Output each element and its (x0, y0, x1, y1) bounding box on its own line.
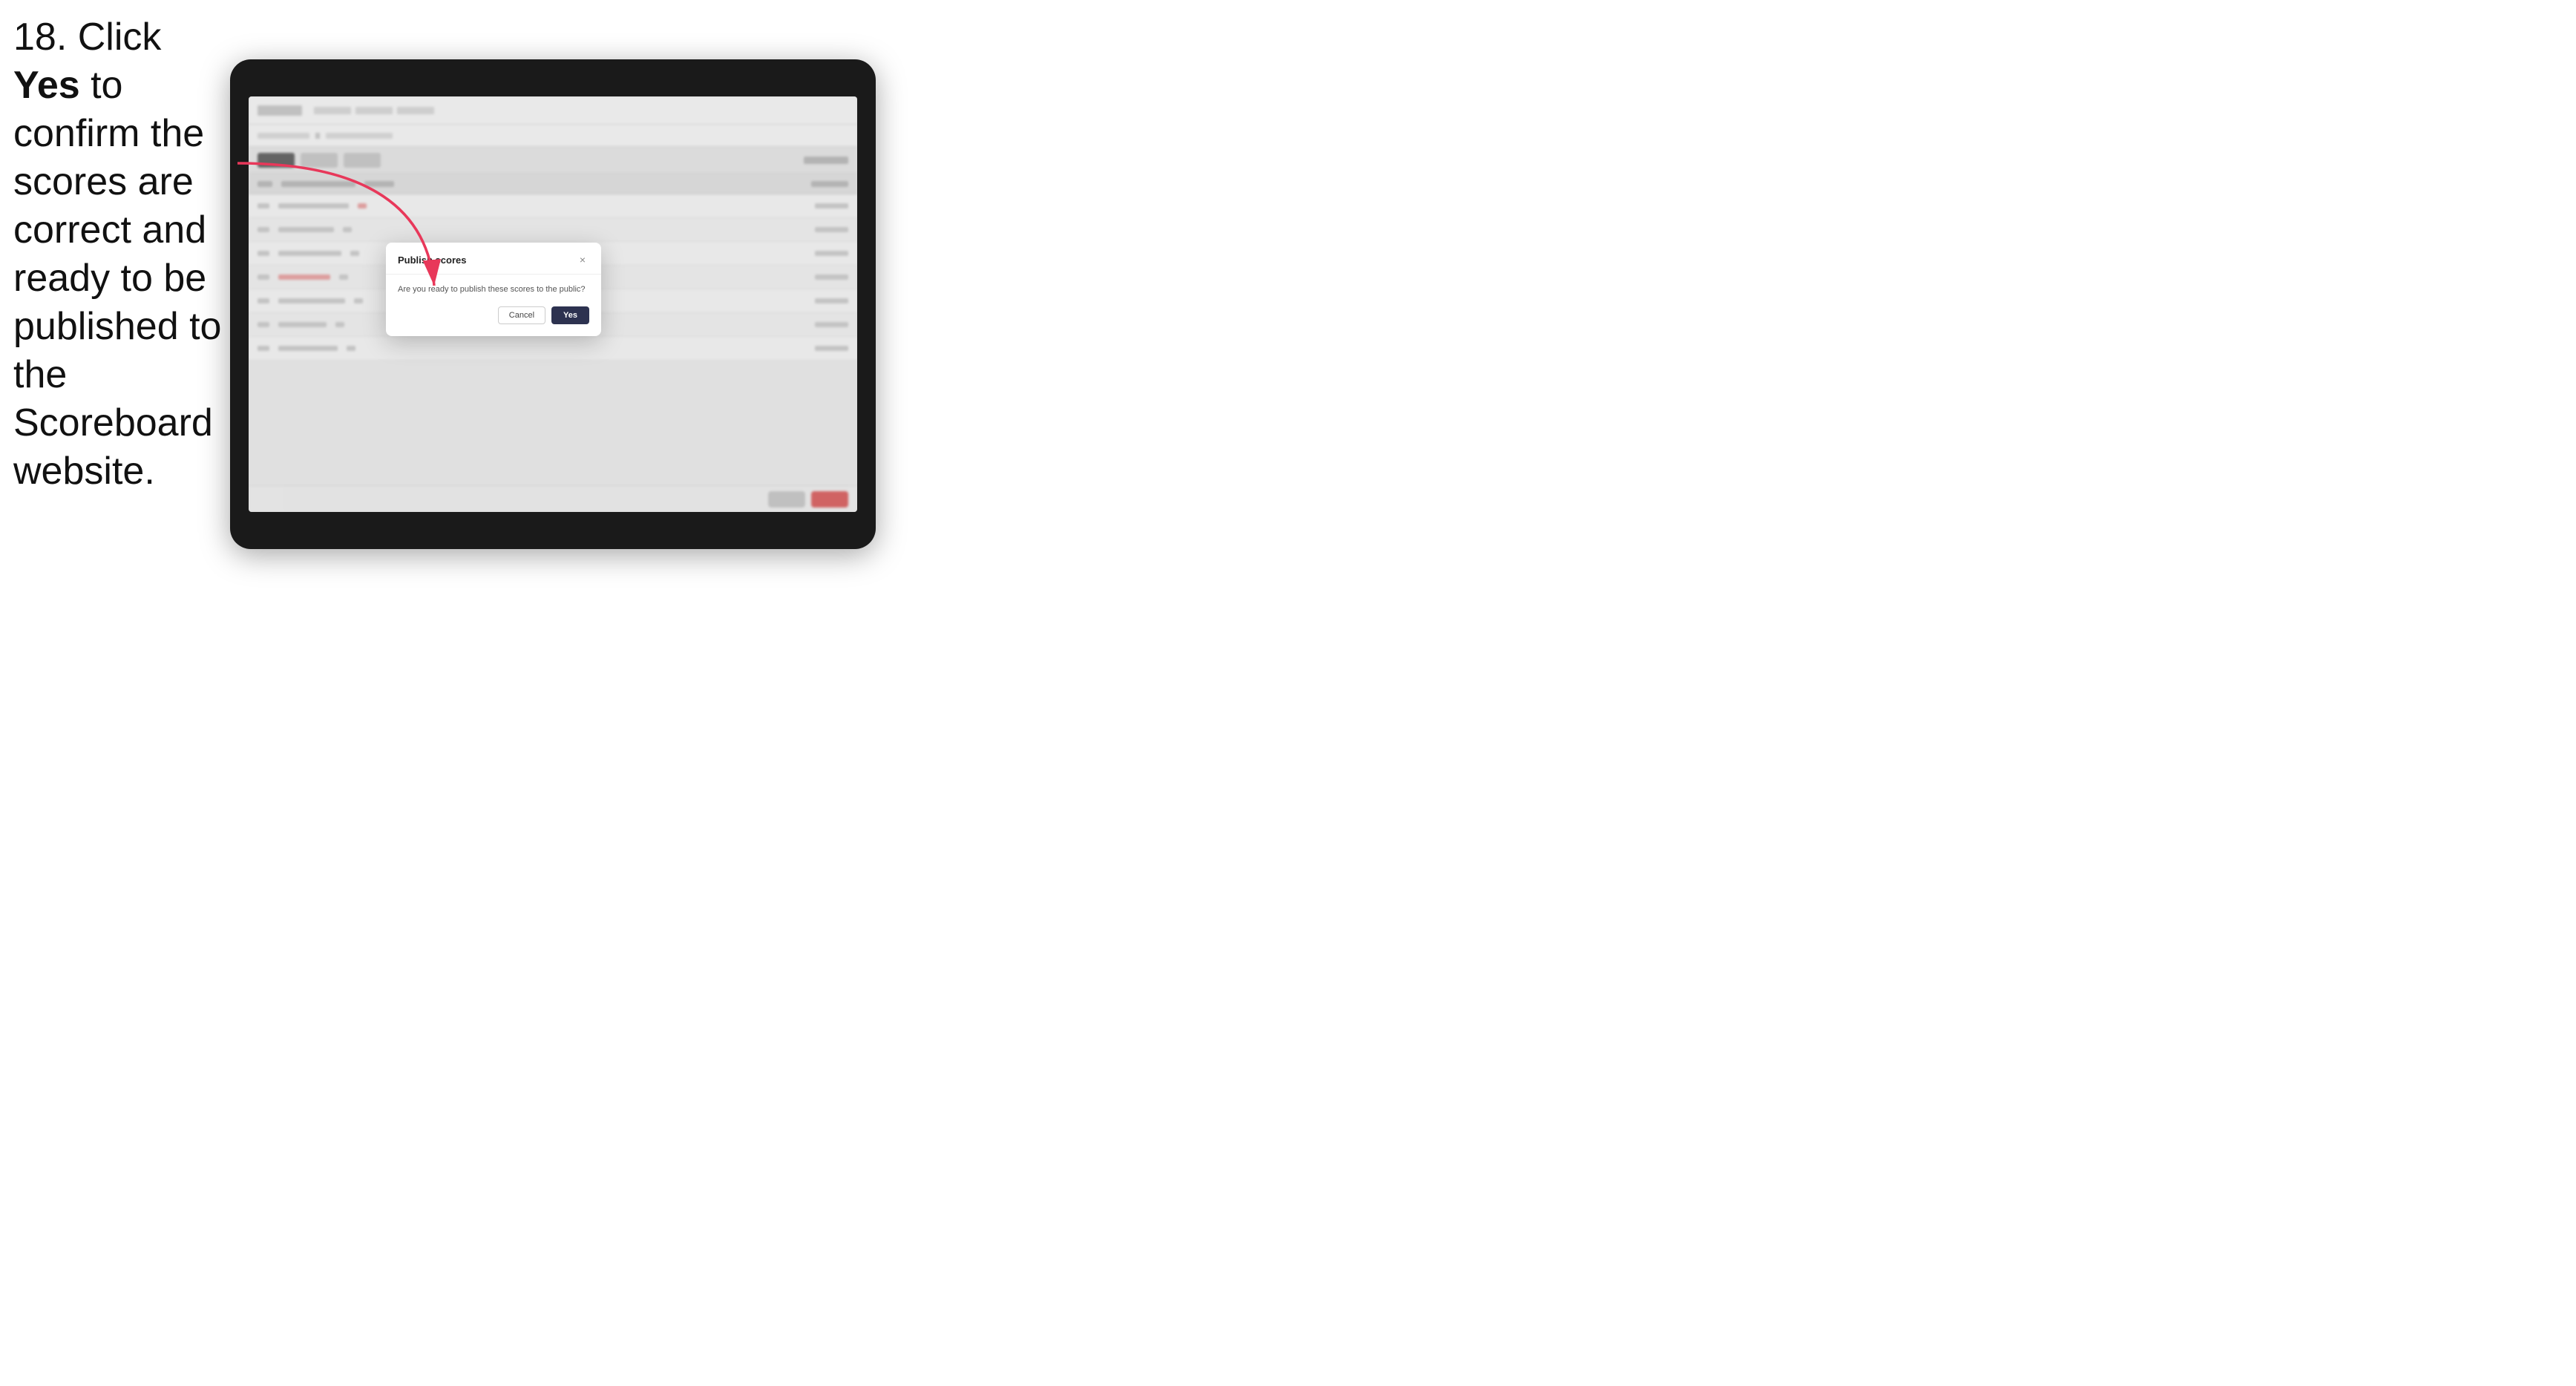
modal-message: Are you ready to publish these scores to… (398, 283, 589, 296)
modal-header: Publish scores × (386, 243, 601, 275)
modal-title: Publish scores (398, 254, 466, 266)
yes-emphasis: Yes (13, 64, 80, 107)
modal-close-button[interactable]: × (576, 253, 589, 266)
modal-overlay: Publish scores × Are you ready to publis… (249, 96, 857, 512)
cancel-button[interactable]: Cancel (498, 306, 545, 324)
instruction-text: 18. Click Yes to confirm the scores are … (13, 13, 229, 496)
tablet-screen: Publish scores × Are you ready to publis… (249, 96, 857, 512)
step-number: 18. (13, 16, 67, 59)
tablet-frame: Publish scores × Are you ready to publis… (230, 59, 876, 549)
yes-button[interactable]: Yes (551, 306, 589, 324)
modal-body: Are you ready to publish these scores to… (386, 275, 601, 336)
publish-scores-dialog: Publish scores × Are you ready to publis… (386, 243, 601, 336)
instruction-prefix: Click (67, 16, 161, 59)
modal-actions: Cancel Yes (398, 306, 589, 324)
instruction-suffix: to confirm the scores are correct and re… (13, 64, 221, 493)
